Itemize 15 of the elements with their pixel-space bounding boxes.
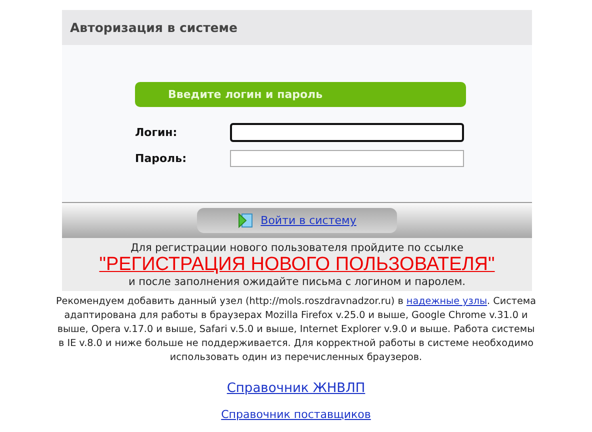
field-label: Пароль: (135, 152, 188, 164)
input-field[interactable] (230, 122, 464, 142)
directory-link[interactable]: Справочник ЖНВЛП (226, 381, 366, 396)
instruction-banner: Введите логин и пароль (135, 82, 466, 107)
directory-link[interactable]: Справочник поставщиков (221, 408, 371, 421)
panel-title: Авторизация в системе (70, 20, 238, 35)
registration-note: и после заполнения ожидайте письма с логином и паролем. (128, 276, 466, 288)
input-field[interactable] (230, 150, 464, 166)
field-label: Логин: (135, 126, 178, 138)
trusted-sites-link[interactable]: надежные узлы (406, 296, 488, 307)
enter-icon (238, 213, 253, 228)
registration-hint: Для регистрации нового пользователя пройдите по ссылке (130, 242, 464, 254)
browser-notice: Рекомендуем добавить данный узел (http://mols.roszdravnadzor.ru) в надежные узлы. Система адаптирована для работы в браузерах Mozilla Firefox v.25.0 и выше, Google Chrome v.31.0 и выше, Opera v.17.0 и выше, Safari v.5.0 и выше, Internet Explorer v.9.0 и выше. Работа системы в IE v.8.0 и ниже больше не поддерживается. Для корректной работы в системе необходимо использовать один из перечисленных браузеров. (55, 295, 537, 365)
registration-link[interactable]: "РЕГИСТРАЦИЯ НОВОГО ПОЛЬЗОВАТЕЛЯ" (99, 254, 495, 276)
login-button[interactable]: Войти в систему (197, 208, 397, 233)
